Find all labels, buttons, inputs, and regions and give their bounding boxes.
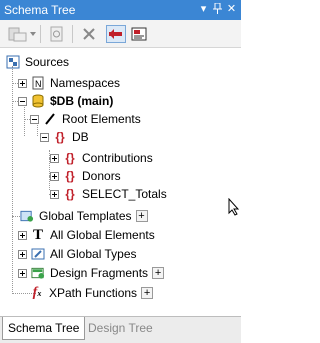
tree-label: Sources xyxy=(25,55,70,69)
tree-label: Contributions xyxy=(82,151,153,165)
tree-node-xpath-functions[interactable]: fx XPath Functions + xyxy=(30,284,154,302)
tree-node-select-totals[interactable]: {} SELECT_Totals xyxy=(50,185,167,203)
svg-text:N: N xyxy=(35,79,42,89)
sources-icon xyxy=(6,55,20,69)
root-elements-icon xyxy=(43,112,57,126)
toolbar-separator xyxy=(40,25,41,43)
collapse-icon[interactable] xyxy=(18,96,27,106)
collapse-icon[interactable] xyxy=(30,114,39,124)
tree-label: SELECT_Totals xyxy=(82,187,167,201)
tree-node-root-elements[interactable]: Root Elements xyxy=(30,110,141,128)
global-types-icon xyxy=(31,247,45,261)
collapse-icon[interactable] xyxy=(40,132,49,142)
design-view-icon[interactable] xyxy=(130,25,150,43)
tree-label: Global Templates xyxy=(39,209,132,223)
add-xpath-function-button[interactable]: + xyxy=(141,287,154,299)
tree-node-db[interactable]: {} DB xyxy=(40,128,89,146)
element-braces-icon: {} xyxy=(65,151,75,165)
close-icon[interactable]: ✕ xyxy=(225,3,238,16)
tree-label: Donors xyxy=(82,169,121,183)
text-element-icon: T xyxy=(32,226,43,243)
tree-node-donors[interactable]: {} Donors xyxy=(50,167,121,185)
element-braces-icon: {} xyxy=(65,169,75,183)
expand-icon[interactable] xyxy=(50,171,59,181)
tree-node-global-templates[interactable]: Global Templates + xyxy=(20,207,148,225)
tree-label: All Global Elements xyxy=(50,228,155,242)
expand-icon[interactable] xyxy=(18,230,27,240)
function-icon: fx xyxy=(32,285,42,300)
tree-label: Namespaces xyxy=(50,76,121,90)
tree-node-sources[interactable]: Sources xyxy=(6,53,69,71)
root-mode-button[interactable] xyxy=(106,25,126,43)
element-braces-icon: {} xyxy=(55,130,65,144)
namespace-icon: N xyxy=(31,76,45,90)
tab-schema-tree[interactable]: Schema Tree xyxy=(2,317,86,340)
schema-tree: Sources N Namespaces $DB (main) Root Ele… xyxy=(0,48,241,316)
tab-bar: Schema Tree Design Tree xyxy=(0,316,241,343)
tree-node-design-fragments[interactable]: Design Fragments + xyxy=(18,264,165,282)
tree-label: XPath Functions xyxy=(49,286,138,300)
tree-node-contributions[interactable]: {} Contributions xyxy=(50,149,153,167)
expand-icon[interactable] xyxy=(18,268,27,278)
tree-node-all-global-types[interactable]: All Global Types xyxy=(18,245,137,263)
expand-icon[interactable] xyxy=(50,153,59,163)
dropdown-icon[interactable]: ▾ xyxy=(197,3,210,16)
tab-design-tree[interactable]: Design Tree xyxy=(83,317,158,339)
tree-label: $DB (main) xyxy=(50,94,114,108)
toolbar-separator xyxy=(72,25,73,43)
pin-icon[interactable] xyxy=(211,2,224,16)
panel-titlebar: Schema Tree ▾ ✕ xyxy=(0,0,241,20)
resize-cursor-icon xyxy=(228,197,240,219)
global-templates-icon xyxy=(20,209,34,223)
expand-icon[interactable] xyxy=(18,249,27,259)
tree-label: DB xyxy=(72,130,89,144)
add-global-template-button[interactable]: + xyxy=(135,210,148,222)
element-braces-icon: {} xyxy=(65,187,75,201)
design-fragments-icon xyxy=(31,266,45,280)
tree-label: All Global Types xyxy=(50,247,137,261)
tree-node-all-global-elements[interactable]: T All Global Elements xyxy=(18,226,155,244)
add-source-button[interactable] xyxy=(8,25,38,43)
add-design-fragment-button[interactable]: + xyxy=(152,267,165,279)
tree-node-db-main[interactable]: $DB (main) xyxy=(18,92,113,110)
remove-icon[interactable] xyxy=(80,25,98,43)
panel-title: Schema Tree xyxy=(4,3,76,17)
tree-label: Root Elements xyxy=(62,112,141,126)
expand-icon[interactable] xyxy=(18,78,27,88)
tree-label: Design Fragments xyxy=(50,266,149,280)
database-icon xyxy=(31,94,45,108)
properties-icon[interactable] xyxy=(48,25,66,43)
toolbar xyxy=(0,20,241,48)
tree-node-namespaces[interactable]: N Namespaces xyxy=(18,74,120,92)
expand-icon[interactable] xyxy=(50,189,59,199)
